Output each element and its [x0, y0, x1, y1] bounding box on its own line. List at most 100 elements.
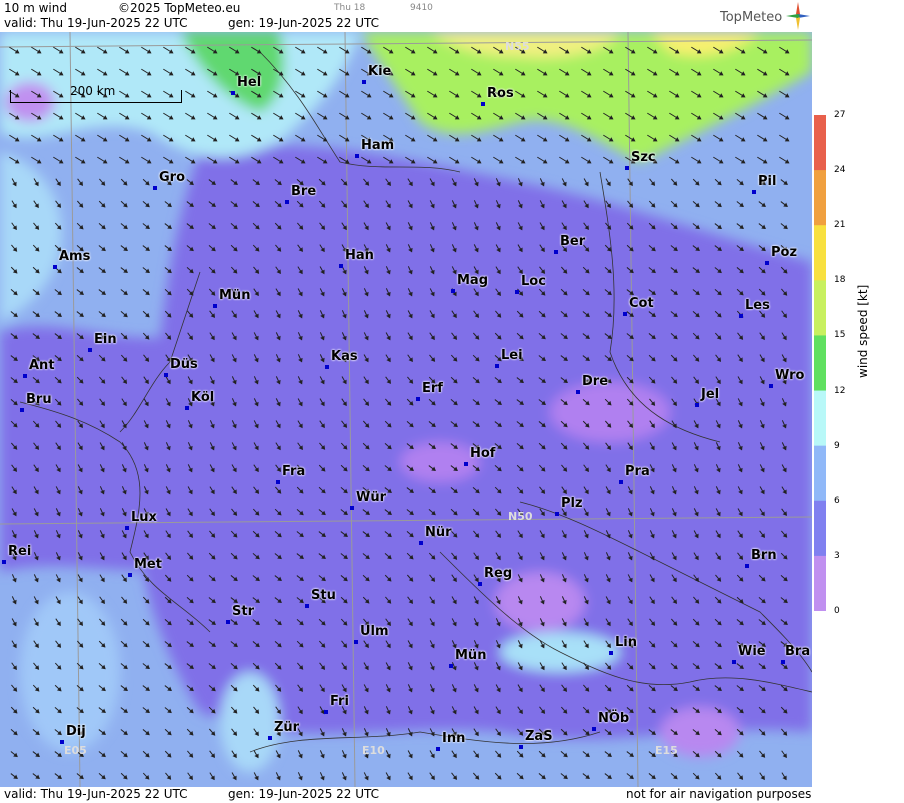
lon-label-e15: E15 [655, 744, 678, 757]
city-marker [732, 660, 736, 664]
city-label: Mag [457, 273, 489, 288]
legend-colorbar [814, 115, 826, 611]
wind-map[interactable]: 200 km N55 N50 E05 E10 E15 Hel Kie Ros Ham S… [0, 32, 812, 787]
city-marker [339, 264, 343, 268]
city-label: Wro [775, 368, 805, 383]
city-label: Fra [282, 464, 306, 479]
city-label: Cot [629, 296, 654, 311]
city-label: Bra [785, 644, 811, 659]
legend-tick-label: 27 [834, 110, 846, 120]
legend-color-band [814, 280, 826, 336]
legend-color-band [814, 170, 826, 226]
city-label: Poz [771, 245, 798, 260]
legend-tick-label: 3 [834, 550, 840, 561]
city-label: Ham [361, 138, 395, 153]
city-marker [464, 462, 468, 466]
city-marker [354, 640, 358, 644]
city-label: Les [745, 298, 770, 313]
city-label: ZaS [525, 729, 553, 744]
city-marker [325, 365, 329, 369]
city-label: Lux [131, 510, 157, 525]
city-label: Han [345, 248, 374, 263]
city-label: Lei [501, 348, 523, 363]
city-label: Brn [751, 548, 777, 563]
city-marker [769, 384, 773, 388]
city-label: Wür [356, 490, 387, 505]
valid-time: valid: Thu 19-Jun-2025 22 UTC [4, 16, 188, 30]
city-marker [88, 348, 92, 352]
legend-title: wind speed [kt] [856, 284, 870, 378]
city-marker [625, 166, 629, 170]
city-label: Loc [521, 274, 546, 289]
city-marker [355, 154, 359, 158]
footer-gen-time: gen: 19-Jun-2025 22 UTC [228, 787, 380, 801]
city-label: Str [232, 604, 254, 619]
legend-color-band [814, 555, 826, 611]
city-marker [226, 620, 230, 624]
city-marker [619, 480, 623, 484]
scale-label: 200 km [70, 84, 116, 98]
city-marker [53, 265, 57, 269]
city-marker [185, 406, 189, 410]
city-marker [609, 651, 613, 655]
city-marker [153, 186, 157, 190]
city-label: Plz [561, 496, 583, 511]
code-label: 9410 [410, 3, 433, 13]
city-marker [231, 91, 235, 95]
city-label: Bru [26, 392, 52, 407]
city-label: Inn [442, 731, 466, 746]
city-label: Fri [330, 694, 349, 709]
city-marker [739, 314, 743, 318]
city-marker [554, 250, 558, 254]
city-marker [350, 506, 354, 510]
city-marker [449, 664, 453, 668]
city-marker [451, 289, 455, 293]
city-label: Lin [615, 635, 637, 650]
city-label: Kas [331, 349, 358, 364]
city-marker [23, 374, 27, 378]
city-label: Ros [487, 86, 514, 101]
city-label: Dre [582, 374, 609, 389]
city-marker [515, 290, 519, 294]
city-label: Pil [758, 174, 777, 189]
city-marker [481, 102, 485, 106]
city-marker [478, 582, 482, 586]
city-label: Met [134, 557, 162, 572]
city-label: Ams [59, 249, 91, 264]
city-label: Mün [455, 648, 487, 663]
gen-time: gen: 19-Jun-2025 22 UTC [228, 16, 380, 30]
city-label: Ber [560, 234, 586, 249]
city-label: Ein [94, 332, 117, 347]
city-label: Rei [8, 544, 32, 559]
city-label: Pra [625, 464, 650, 479]
city-label: Nür [425, 525, 452, 540]
legend-tick-label: 15 [834, 330, 846, 341]
wind-field-svg [0, 32, 812, 787]
legend-tick-label: 24 [834, 165, 846, 176]
header-row-2: valid: Thu 19-Jun-2025 22 UTC gen: 19-Ju… [0, 16, 812, 32]
legend-color-band [814, 390, 826, 447]
footer-disclaimer: not for air navigation purposes [626, 787, 812, 801]
city-label: Bre [291, 184, 317, 199]
city-marker [125, 526, 129, 530]
legend-color-band [814, 115, 826, 171]
lon-label-e05: E05 [64, 744, 87, 757]
city-marker [164, 373, 168, 377]
header-row-1: 10 m wind ©2025 TopMeteo.eu Thu 18 9410 … [0, 0, 812, 25]
city-label: Szc [631, 150, 656, 165]
legend-tick-label: 21 [834, 220, 846, 231]
run-label: Thu 18 [334, 3, 366, 13]
lon-label-e10: E10 [362, 744, 385, 757]
city-label: Köl [191, 390, 215, 405]
city-marker [752, 190, 756, 194]
city-label: Hof [470, 446, 496, 461]
city-label: Gro [159, 170, 186, 185]
city-marker [213, 304, 217, 308]
city-marker [623, 312, 627, 316]
city-label: Reg [484, 566, 513, 581]
city-marker [519, 745, 523, 749]
city-label: Dij [66, 724, 86, 739]
city-label: Kie [368, 64, 392, 79]
city-marker [324, 710, 328, 714]
legend-tick-label: 6 [834, 495, 840, 506]
